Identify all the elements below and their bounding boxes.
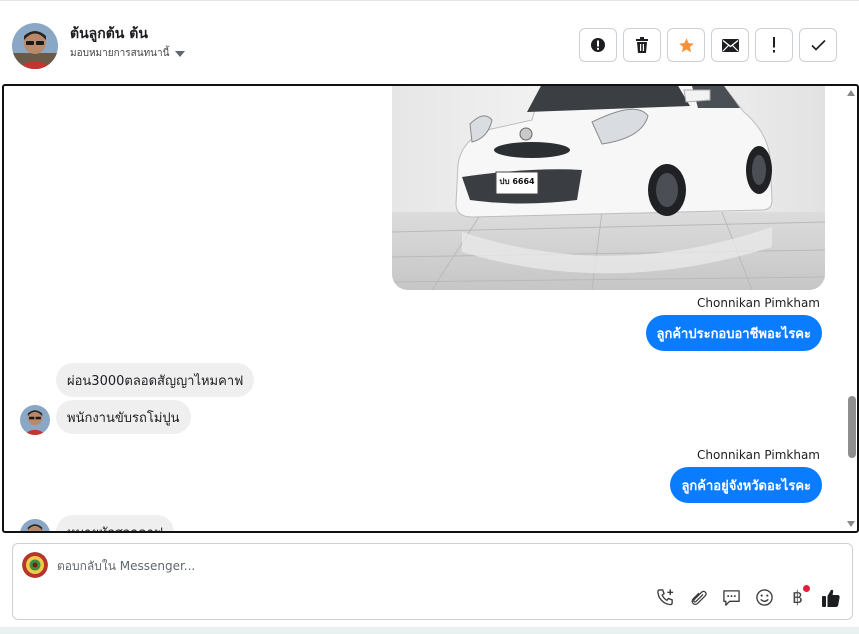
contact-avatar[interactable] — [12, 23, 58, 69]
page-avatar — [22, 552, 48, 578]
inbox-conversation-view: ต้นลูกต้น ต้น มอบหมายการสนทนานี้ ปบ 6664… — [0, 0, 859, 634]
delete-button[interactable] — [623, 28, 661, 62]
message-thread[interactable]: ปบ 6664 Chonnikan Pimkham ลูกค้าประกอบอา… — [2, 84, 859, 533]
notification-dot — [803, 585, 810, 592]
mark-done-button[interactable] — [799, 28, 837, 62]
thread-scrollbar[interactable] — [845, 86, 857, 531]
car-photo[interactable]: ปบ 6664 — [392, 86, 825, 290]
exclamation-icon — [773, 37, 775, 53]
incoming-message[interactable]: พนักงานขับรถโม่ปูน — [56, 400, 191, 434]
trash-icon — [636, 37, 648, 53]
incoming-message[interactable]: หมายหัวสวกคาฟ — [56, 515, 175, 531]
conversation-actions — [579, 28, 837, 62]
incoming-message[interactable]: ผ่อน3000ตลอดสัญญาไหมคาฟ — [56, 363, 255, 397]
license-plate-text: ปบ 6664 — [499, 177, 535, 186]
saved-replies-button[interactable] — [720, 586, 743, 609]
sender-name: Chonnikan Pimkham — [697, 296, 820, 310]
assign-conversation-dropdown[interactable]: มอบหมายการสนทนานี้ — [70, 46, 186, 61]
caret-down-icon — [175, 50, 186, 57]
mark-unread-button[interactable] — [711, 28, 749, 62]
star-button[interactable] — [667, 28, 705, 62]
scroll-down-arrow-icon[interactable] — [847, 521, 855, 527]
reply-input[interactable] — [57, 556, 557, 576]
outgoing-message[interactable]: ลูกค้าอยู่จังหวัดอะไรคะ — [670, 467, 822, 503]
contact-avatar-small[interactable] — [20, 405, 50, 435]
alert-circle-icon — [591, 38, 605, 52]
reply-composer: ฿ — [12, 543, 853, 620]
bottom-strip — [0, 627, 859, 634]
envelope-icon — [721, 38, 739, 52]
emoji-button[interactable] — [753, 586, 776, 609]
call-button[interactable] — [654, 586, 677, 609]
paperclip-icon — [691, 590, 707, 605]
contact-name[interactable]: ต้นลูกต้น ต้น — [70, 23, 148, 45]
scroll-up-arrow-icon[interactable] — [847, 90, 855, 96]
like-button[interactable] — [819, 586, 842, 609]
outgoing-message[interactable]: ลูกค้าประกอบอาชีพอะไรคะ — [645, 315, 822, 351]
sender-name: Chonnikan Pimkham — [697, 448, 820, 462]
baht-icon: ฿ — [792, 587, 803, 608]
mark-spam-button[interactable] — [579, 28, 617, 62]
thumbs-up-icon — [821, 589, 840, 607]
emoji-icon — [756, 589, 773, 606]
contact-avatar-small[interactable] — [20, 519, 50, 531]
saved-reply-icon — [723, 589, 740, 606]
phone-add-icon — [657, 589, 674, 606]
attach-button[interactable] — [687, 586, 710, 609]
conversation-header: ต้นลูกต้น ต้น มอบหมายการสนทนานี้ — [0, 0, 859, 84]
payment-button[interactable]: ฿ — [786, 585, 810, 609]
follow-up-button[interactable] — [755, 28, 793, 62]
scrollbar-thumb[interactable] — [848, 396, 856, 458]
composer-tools: ฿ — [654, 585, 842, 609]
assign-label: มอบหมายการสนทนานี้ — [70, 48, 170, 59]
checkmark-icon — [810, 39, 826, 51]
star-icon — [678, 37, 694, 52]
